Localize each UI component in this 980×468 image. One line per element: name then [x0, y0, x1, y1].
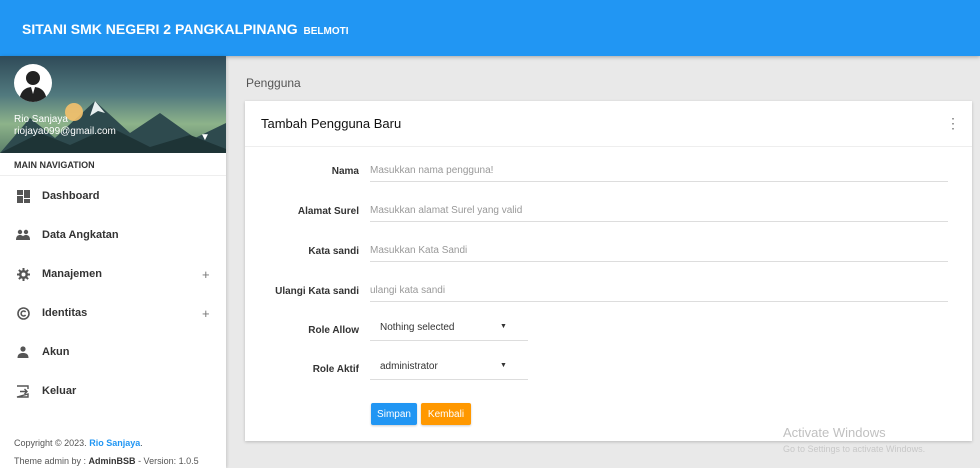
sidebar-item-manajemen[interactable]: Manajemen + [0, 256, 226, 292]
name-label: Nama [331, 166, 359, 177]
password-label: Kata sandi [308, 246, 359, 257]
role-active-label: Role Aktif [312, 364, 359, 375]
confirm-password-input[interactable] [370, 280, 948, 302]
sidebar-item-label: Keluar [42, 385, 77, 397]
sidebar-item-akun[interactable]: Akun [0, 334, 226, 370]
sidebar-footer: Copyright © 2023. Rio Sanjaya. Theme adm… [14, 434, 199, 468]
role-allow-value: Nothing selected [380, 322, 455, 333]
role-active-value: administrator [380, 361, 438, 372]
activate-windows-title: Activate Windows [783, 425, 886, 440]
name-input[interactable] [370, 160, 948, 182]
copyright-prefix: Copyright © 2023. [14, 438, 87, 448]
dashboard-icon [16, 189, 30, 203]
save-button[interactable]: Simpan [371, 403, 417, 425]
person-icon [16, 345, 30, 359]
user-avatar-icon [19, 71, 47, 102]
logout-icon [16, 384, 30, 398]
sidebar-item-data-angkatan[interactable]: Data Angkatan [0, 217, 226, 253]
avatar [14, 64, 52, 102]
nav-header: MAIN NAVIGATION [14, 160, 95, 170]
top-navbar: SITANI SMK NEGERI 2 PANGKALPINANG BELMOT… [0, 0, 980, 56]
sidebar-item-label: Dashboard [42, 190, 100, 202]
expand-icon[interactable]: + [202, 267, 210, 282]
sidebar-item-label: Manajemen [42, 268, 102, 280]
sidebar: Rio Sanjaya riojaya099@gmail.com ▼ MAIN … [0, 56, 226, 468]
brand-text: SITANI SMK NEGERI 2 PANGKALPINANG [22, 21, 298, 37]
breadcrumb: Pengguna [246, 76, 301, 90]
brand-title[interactable]: SITANI SMK NEGERI 2 PANGKALPINANG BELMOT… [22, 21, 349, 37]
theme-prefix: Theme admin by : [14, 456, 87, 466]
sidebar-item-label: Akun [42, 346, 70, 358]
email-label: Alamat Surel [297, 206, 359, 217]
brand-subtext: BELMOTI [303, 26, 349, 37]
caret-down-icon: ▼ [500, 362, 507, 369]
user-name: Rio Sanjaya [14, 114, 68, 125]
add-user-card: Tambah Pengguna Baru ⋮ Nama Alamat Surel… [245, 101, 972, 441]
card-header: Tambah Pengguna Baru ⋮ [245, 101, 972, 147]
copyright-line: Copyright © 2023. Rio Sanjaya. [14, 434, 199, 452]
sidebar-item-dashboard[interactable]: Dashboard [0, 178, 226, 214]
theme-name: AdminBSB [88, 456, 136, 466]
card-title: Tambah Pengguna Baru [261, 116, 402, 131]
nav-divider [0, 175, 226, 176]
user-email: riojaya099@gmail.com [14, 126, 116, 137]
people-icon [16, 228, 30, 242]
gear-icon [16, 267, 30, 281]
role-active-select[interactable]: administrator ▼ [370, 358, 528, 380]
confirm-password-label: Ulangi Kata sandi [275, 286, 359, 297]
chevron-down-icon[interactable]: ▼ [200, 132, 210, 143]
sidebar-item-keluar[interactable]: Keluar [0, 373, 226, 409]
back-button[interactable]: Kembali [421, 403, 471, 425]
theme-version: - Version: 1.0.5 [138, 456, 199, 466]
role-allow-select[interactable]: Nothing selected ▼ [370, 319, 528, 341]
sidebar-item-identitas[interactable]: Identitas + [0, 295, 226, 331]
theme-line: Theme admin by : AdminBSB - Version: 1.0… [14, 452, 199, 468]
sidebar-item-label: Data Angkatan [42, 229, 119, 241]
copyright-icon [16, 306, 30, 320]
sidebar-item-label: Identitas [42, 307, 88, 319]
caret-down-icon: ▼ [500, 323, 507, 330]
password-input[interactable] [370, 240, 948, 262]
user-info-panel: Rio Sanjaya riojaya099@gmail.com ▼ [0, 56, 226, 153]
expand-icon[interactable]: + [202, 306, 210, 321]
email-input[interactable] [370, 200, 948, 222]
role-allow-label: Role Allow [308, 325, 359, 336]
copyright-author-link[interactable]: Rio Sanjaya [89, 438, 140, 448]
more-vert-icon[interactable]: ⋮ [946, 115, 960, 132]
activate-windows-subtitle: Go to Settings to activate Windows. [783, 444, 926, 454]
copyright-suffix: . [140, 438, 143, 448]
